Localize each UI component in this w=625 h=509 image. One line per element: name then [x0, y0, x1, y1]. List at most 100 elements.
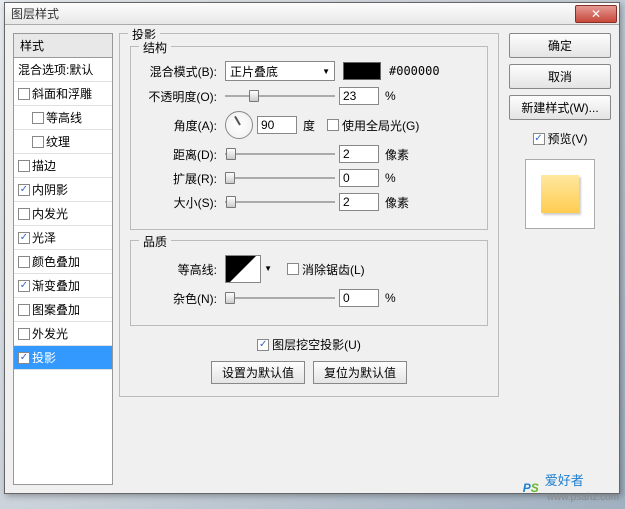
- effect-label: 纹理: [46, 133, 70, 150]
- effect-item-5[interactable]: 内发光: [14, 202, 112, 226]
- opacity-slider[interactable]: [225, 88, 335, 104]
- effect-checkbox[interactable]: [18, 208, 30, 220]
- effect-item-9[interactable]: 图案叠加: [14, 298, 112, 322]
- effect-label: 内发光: [32, 205, 68, 222]
- ok-button[interactable]: 确定: [509, 33, 611, 58]
- effect-item-1[interactable]: 等高线: [14, 106, 112, 130]
- noise-label: 杂色(N):: [141, 290, 221, 307]
- drop-shadow-group: 投影 结构 混合模式(B): 正片叠底 #000000 不透明度(O): %: [119, 33, 499, 397]
- effect-item-6[interactable]: 光泽: [14, 226, 112, 250]
- percent-unit-2: %: [385, 171, 396, 185]
- distance-slider[interactable]: [225, 146, 335, 162]
- close-icon: ✕: [591, 7, 601, 21]
- distance-label: 距离(D):: [141, 146, 221, 163]
- effect-item-4[interactable]: 内阴影: [14, 178, 112, 202]
- watermark-url: www.psahz.com: [547, 492, 619, 503]
- knockout-label: 图层挖空投影(U): [272, 336, 361, 353]
- effect-checkbox[interactable]: [32, 136, 44, 148]
- effect-checkbox[interactable]: [18, 160, 30, 172]
- preview-label: 预览(V): [548, 130, 588, 147]
- effect-checkbox[interactable]: [18, 280, 30, 292]
- close-button[interactable]: ✕: [575, 5, 617, 23]
- effect-label: 描边: [32, 157, 56, 174]
- set-default-button[interactable]: 设置为默认值: [211, 361, 305, 384]
- distance-input[interactable]: [339, 145, 379, 163]
- quality-group: 品质 等高线: 消除锯齿(L) 杂色(N): %: [130, 240, 488, 326]
- effect-checkbox[interactable]: [18, 88, 30, 100]
- preview-thumbnail: [541, 175, 579, 213]
- preview-box: [525, 159, 595, 229]
- effect-label: 斜面和浮雕: [32, 85, 92, 102]
- effect-checkbox[interactable]: [18, 256, 30, 268]
- effect-checkbox[interactable]: [18, 232, 30, 244]
- noise-slider[interactable]: [225, 290, 335, 306]
- effect-label: 图案叠加: [32, 301, 80, 318]
- spread-slider[interactable]: [225, 170, 335, 186]
- reset-default-button[interactable]: 复位为默认值: [313, 361, 407, 384]
- effect-item-8[interactable]: 渐变叠加: [14, 274, 112, 298]
- blend-mode-select[interactable]: 正片叠底: [225, 61, 335, 81]
- angle-label: 角度(A):: [141, 117, 221, 134]
- global-light-checkbox[interactable]: [327, 119, 339, 131]
- effect-label: 光泽: [32, 229, 56, 246]
- size-slider[interactable]: [225, 194, 335, 210]
- pixel-unit-2: 像素: [385, 194, 409, 211]
- global-light-label: 使用全局光(G): [342, 117, 419, 134]
- watermark: PS 爱好者 www.psahz.com: [523, 470, 619, 503]
- effect-item-3[interactable]: 描边: [14, 154, 112, 178]
- percent-unit: %: [385, 89, 396, 103]
- right-panel: 确定 取消 新建样式(W)... 预览(V): [509, 33, 611, 485]
- structure-legend: 结构: [139, 39, 171, 56]
- layer-style-dialog: 图层样式 ✕ 样式 混合选项:默认 斜面和浮雕等高线纹理描边内阴影内发光光泽颜色…: [4, 2, 620, 494]
- effect-checkbox[interactable]: [18, 352, 30, 364]
- size-input[interactable]: [339, 193, 379, 211]
- hex-value: #000000: [389, 64, 440, 78]
- structure-group: 结构 混合模式(B): 正片叠底 #000000 不透明度(O): %: [130, 46, 488, 230]
- new-style-button[interactable]: 新建样式(W)...: [509, 95, 611, 120]
- quality-legend: 品质: [139, 233, 171, 250]
- angle-input[interactable]: [257, 116, 297, 134]
- antialias-label: 消除锯齿(L): [302, 261, 365, 278]
- effect-label: 内阴影: [32, 181, 68, 198]
- percent-unit-3: %: [385, 291, 396, 305]
- effect-checkbox[interactable]: [18, 328, 30, 340]
- watermark-logo: PS: [523, 476, 539, 497]
- effect-checkbox[interactable]: [32, 112, 44, 124]
- effect-item-2[interactable]: 纹理: [14, 130, 112, 154]
- blend-options-item[interactable]: 混合选项:默认: [14, 58, 112, 82]
- spread-input[interactable]: [339, 169, 379, 187]
- title-text: 图层样式: [11, 5, 59, 22]
- color-swatch[interactable]: [343, 62, 381, 80]
- degree-unit: 度: [303, 117, 315, 134]
- watermark-text: 爱好者: [545, 473, 584, 488]
- size-label: 大小(S):: [141, 194, 221, 211]
- spread-label: 扩展(R):: [141, 170, 221, 187]
- pixel-unit-1: 像素: [385, 146, 409, 163]
- angle-dial[interactable]: [225, 111, 253, 139]
- noise-input[interactable]: [339, 289, 379, 307]
- center-panel: 投影 结构 混合模式(B): 正片叠底 #000000 不透明度(O): %: [119, 33, 503, 485]
- antialias-checkbox[interactable]: [287, 263, 299, 275]
- effect-checkbox[interactable]: [18, 184, 30, 196]
- effect-checkbox[interactable]: [18, 304, 30, 316]
- effect-label: 颜色叠加: [32, 253, 80, 270]
- contour-picker[interactable]: [225, 255, 261, 283]
- preview-checkbox[interactable]: [533, 133, 545, 145]
- effect-item-11[interactable]: 投影: [14, 346, 112, 370]
- opacity-input[interactable]: [339, 87, 379, 105]
- blend-mode-label: 混合模式(B):: [141, 63, 221, 80]
- effect-item-10[interactable]: 外发光: [14, 322, 112, 346]
- effect-item-7[interactable]: 颜色叠加: [14, 250, 112, 274]
- opacity-label: 不透明度(O):: [141, 88, 221, 105]
- effects-list: 样式 混合选项:默认 斜面和浮雕等高线纹理描边内阴影内发光光泽颜色叠加渐变叠加图…: [13, 33, 113, 485]
- styles-header[interactable]: 样式: [14, 34, 112, 58]
- cancel-button[interactable]: 取消: [509, 64, 611, 89]
- effect-label: 等高线: [46, 109, 82, 126]
- effect-item-0[interactable]: 斜面和浮雕: [14, 82, 112, 106]
- knockout-checkbox[interactable]: [257, 339, 269, 351]
- effect-label: 投影: [32, 349, 56, 366]
- blend-mode-value: 正片叠底: [230, 63, 278, 80]
- effect-label: 外发光: [32, 325, 68, 342]
- contour-label: 等高线:: [141, 261, 221, 278]
- titlebar: 图层样式 ✕: [5, 3, 619, 25]
